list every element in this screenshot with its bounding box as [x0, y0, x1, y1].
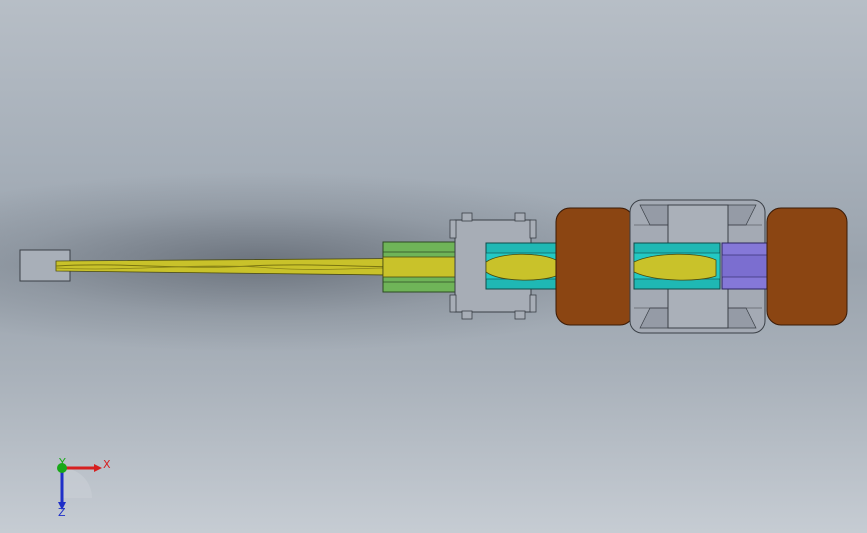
- cad-viewport[interactable]: X Y Z: [0, 0, 867, 533]
- coordinate-triad: X Y Z: [57, 456, 111, 519]
- teal-sleeve-right[interactable]: [633, 242, 721, 290]
- brown-pad-right[interactable]: [766, 207, 848, 326]
- z-axis-label: Z: [58, 506, 66, 519]
- triad-quadrant: [62, 468, 92, 498]
- purple-sleeve[interactable]: [721, 242, 769, 290]
- teal-sleeve-left[interactable]: [485, 242, 557, 290]
- assembly-drawing: X Y Z: [19, 199, 848, 519]
- x-axis-label: X: [103, 458, 111, 471]
- brown-pad-left[interactable]: [555, 207, 635, 326]
- y-axis-label: Y: [58, 456, 66, 469]
- green-sleeve[interactable]: [382, 241, 468, 293]
